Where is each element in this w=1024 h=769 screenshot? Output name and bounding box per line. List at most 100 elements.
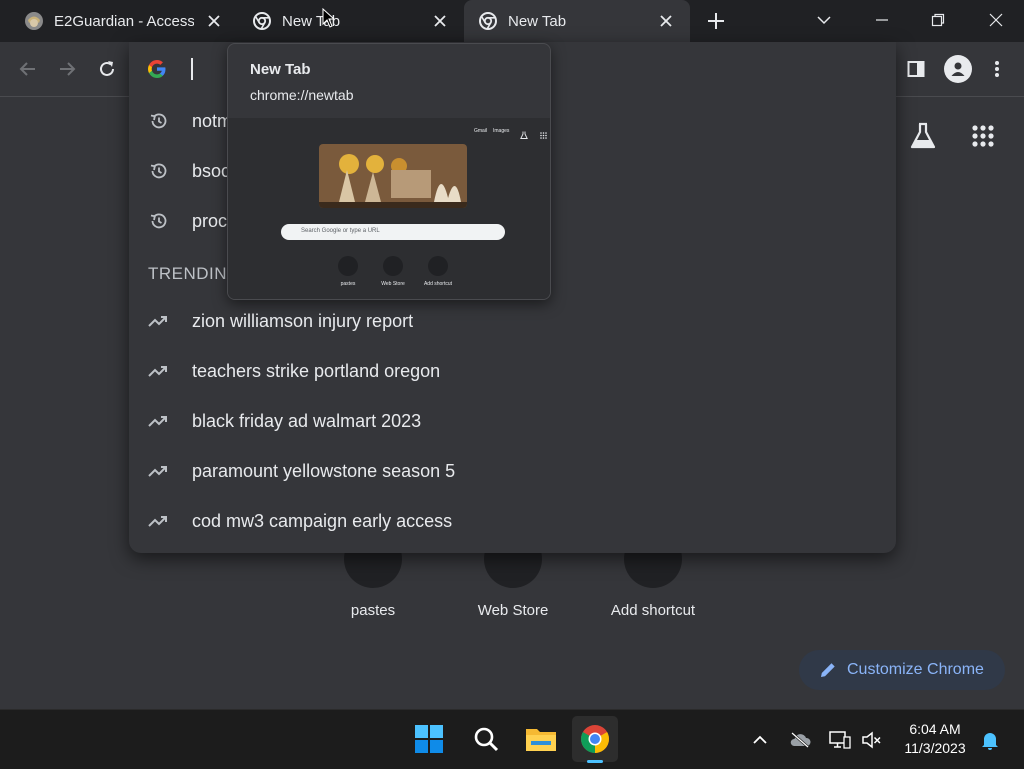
tab-hover-card: New Tab chrome://newtab Gmail Images Sea… bbox=[227, 43, 551, 300]
trending-suggestion[interactable]: teachers strike portland oregon bbox=[129, 346, 896, 396]
trending-up-icon bbox=[147, 310, 169, 332]
start-button[interactable] bbox=[406, 716, 452, 762]
apps-button[interactable] bbox=[968, 121, 998, 151]
mouse-cursor-icon bbox=[322, 7, 336, 28]
reload-button[interactable] bbox=[95, 57, 119, 81]
side-panel-button[interactable] bbox=[904, 57, 928, 81]
file-explorer-button[interactable] bbox=[518, 716, 564, 762]
arrow-right-icon bbox=[60, 62, 76, 76]
trending-suggestion[interactable]: paramount yellowstone season 5 bbox=[129, 446, 896, 496]
text-caret bbox=[191, 58, 193, 80]
trending-suggestion[interactable]: cod mw3 campaign early access bbox=[129, 496, 896, 546]
side-panel-icon bbox=[907, 61, 925, 77]
hover-card-title: New Tab bbox=[250, 61, 311, 78]
plus-icon bbox=[708, 13, 724, 29]
avatar-icon bbox=[951, 62, 965, 76]
chrome-icon bbox=[478, 11, 498, 31]
onedrive-button[interactable] bbox=[788, 728, 812, 752]
hover-card-url: chrome://newtab bbox=[250, 87, 354, 103]
suggestion-text: teachers strike portland oregon bbox=[192, 360, 441, 381]
suggestion-text: bsoc bbox=[192, 160, 231, 181]
shortcut-label: Web Store bbox=[477, 602, 549, 619]
google-g-icon bbox=[147, 59, 167, 79]
close-icon[interactable] bbox=[430, 11, 450, 31]
preview-search-placeholder: Search Google or type a URL bbox=[301, 228, 380, 234]
suggestion-text: black friday ad walmart 2023 bbox=[192, 410, 422, 431]
cloud-offline-icon bbox=[790, 732, 811, 748]
tab-title: New Tab bbox=[508, 12, 567, 30]
tab-preview-thumbnail: Gmail Images Search Google or type a URL… bbox=[228, 118, 550, 299]
tab-new-tab-2[interactable]: New Tab bbox=[464, 0, 690, 42]
preview-shortcut-label: Web Store bbox=[381, 281, 405, 287]
trending-up-icon bbox=[147, 360, 169, 382]
search-icon bbox=[474, 727, 499, 752]
history-icon bbox=[147, 110, 169, 132]
volume-button[interactable] bbox=[860, 728, 884, 752]
suggestion-text: paramount yellowstone season 5 bbox=[192, 460, 456, 481]
network-button[interactable] bbox=[828, 728, 852, 752]
tab-new-tab-1[interactable]: New Tab bbox=[238, 0, 464, 42]
menu-button[interactable] bbox=[985, 57, 1009, 81]
show-hidden-icons-button[interactable] bbox=[748, 728, 772, 752]
profile-button[interactable] bbox=[944, 55, 972, 83]
e2guardian-favicon bbox=[24, 11, 44, 31]
preview-images-link: Images bbox=[493, 128, 510, 134]
labs-button[interactable] bbox=[906, 121, 940, 151]
taskbar: 6:04 AM 11/3/2023 bbox=[0, 709, 1024, 769]
preview-shortcut-label: Add shortcut bbox=[423, 281, 453, 287]
shortcut-label: pastes bbox=[350, 602, 396, 619]
back-button[interactable] bbox=[16, 57, 40, 81]
kebab-menu-icon bbox=[995, 61, 999, 77]
history-icon bbox=[147, 210, 169, 232]
restore-icon bbox=[931, 13, 945, 27]
notifications-button[interactable] bbox=[978, 728, 1002, 752]
chevron-up-icon bbox=[753, 735, 767, 744]
preview-doodle-image bbox=[319, 144, 467, 208]
trending-up-icon bbox=[147, 410, 169, 432]
chrome-taskbar-button[interactable] bbox=[572, 716, 618, 763]
shortcut-label: Add shortcut bbox=[610, 602, 696, 619]
chevron-down-icon bbox=[817, 16, 831, 25]
preview-flask-icon bbox=[520, 126, 528, 144]
tab-e2guardian[interactable]: E2Guardian - Access D bbox=[0, 0, 238, 42]
suggestion-text: cod mw3 campaign early access bbox=[192, 510, 453, 531]
close-icon[interactable] bbox=[204, 11, 224, 31]
preview-shortcut-add bbox=[428, 256, 448, 276]
pencil-icon bbox=[819, 661, 837, 679]
folder-icon bbox=[526, 729, 556, 751]
tab-strip: E2Guardian - Access D New Tab New Tab bbox=[0, 0, 1024, 42]
windows-logo-icon bbox=[415, 725, 443, 753]
restore-button[interactable] bbox=[924, 8, 952, 32]
system-clock[interactable]: 6:04 AM 11/3/2023 bbox=[890, 720, 980, 758]
search-button[interactable] bbox=[463, 716, 509, 762]
minimize-button[interactable] bbox=[868, 8, 896, 32]
close-window-button[interactable] bbox=[982, 8, 1010, 32]
close-icon bbox=[989, 13, 1003, 27]
close-icon[interactable] bbox=[656, 11, 676, 31]
forward-button[interactable] bbox=[55, 57, 79, 81]
trending-up-icon bbox=[147, 510, 169, 532]
arrow-left-icon bbox=[19, 62, 35, 76]
history-icon bbox=[147, 160, 169, 182]
customize-chrome-button[interactable]: Customize Chrome bbox=[799, 650, 1005, 690]
chrome-icon bbox=[252, 11, 272, 31]
preview-shortcut-label: pastes bbox=[340, 281, 356, 287]
preview-apps-icon bbox=[540, 126, 547, 144]
preview-gmail-link: Gmail bbox=[474, 128, 488, 134]
clock-date: 11/3/2023 bbox=[904, 740, 966, 756]
preview-shortcut-pastes bbox=[338, 256, 358, 276]
apps-grid-icon bbox=[972, 125, 994, 147]
new-tab-button[interactable] bbox=[704, 9, 728, 33]
flask-icon bbox=[910, 122, 936, 149]
customize-chrome-label: Customize Chrome bbox=[847, 661, 984, 678]
bell-icon bbox=[982, 733, 998, 750]
tab-search-button[interactable] bbox=[810, 8, 838, 32]
trending-suggestion[interactable]: zion williamson injury report bbox=[129, 296, 896, 346]
trending-suggestion[interactable]: black friday ad walmart 2023 bbox=[129, 396, 896, 446]
tab-title: E2Guardian - Access D bbox=[54, 12, 194, 30]
preview-shortcut-webstore bbox=[383, 256, 403, 276]
preview-search-box: Search Google or type a URL bbox=[281, 224, 505, 240]
trending-up-icon bbox=[147, 460, 169, 482]
chrome-icon bbox=[581, 725, 609, 753]
suggestion-text: proc bbox=[192, 210, 228, 231]
